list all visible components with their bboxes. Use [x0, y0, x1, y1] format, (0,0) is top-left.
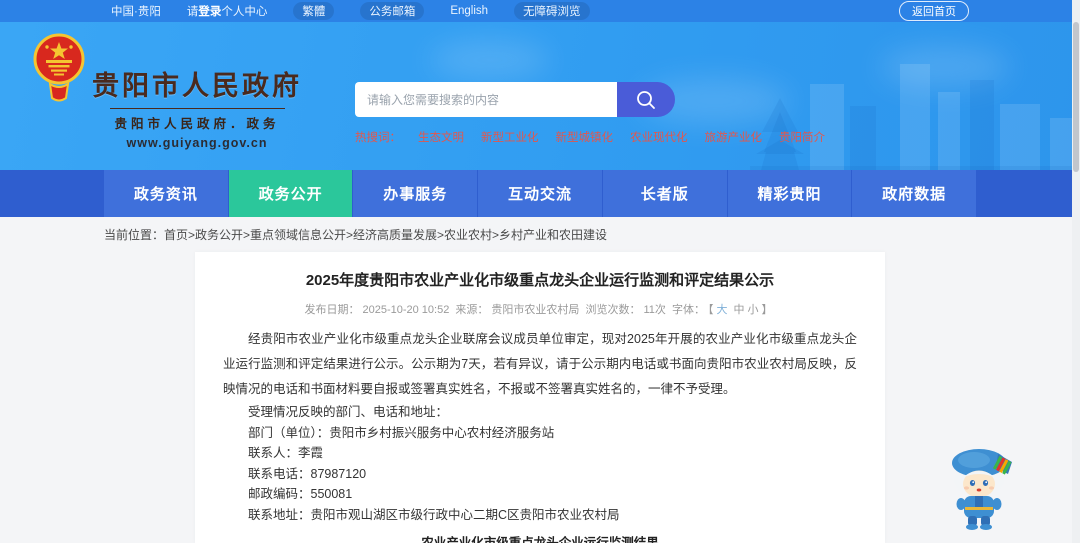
breadcrumb-bar: 当前位置：首页>政务公开>重点领域信息公开>经济高质量发展>农业农村>乡村产业和…: [0, 217, 1080, 252]
search-input[interactable]: [355, 82, 617, 117]
article-title: 2025年度贵阳市农业产业化市级重点龙头企业运行监测和评定结果公示: [305, 272, 775, 289]
hot-word[interactable]: 旅游产业化: [705, 129, 763, 145]
article-meta: 发布日期： 2025-10-20 10:52 来源： 贵阳市农业农村局 浏览次数： 1…: [223, 301, 857, 317]
contact-line: 受理情况反映的部门、电话和地址：: [248, 405, 449, 419]
hot-word[interactable]: 贵阳简介: [779, 129, 825, 145]
contact-line: 联系地址：贵阳市观山湖区市级行政中心二期C区贵阳市农业农村局: [248, 507, 620, 522]
login-suffix: 个人中心: [221, 6, 268, 18]
publish-date: 2025-10-20 10:52: [362, 304, 450, 316]
font-size-medium-button[interactable]: 中: [734, 304, 745, 316]
contact-line: 联系电话：87987120: [248, 466, 367, 481]
site-logo[interactable]: 贵阳市人民政府 贵阳市人民政府．政务 www.guiyang.gov.cn: [30, 30, 302, 150]
site-subtitle: 贵阳市人民政府．政务: [114, 117, 280, 131]
hot-word[interactable]: 新型工业化: [481, 129, 539, 145]
nav-item-zhengfu-shuju[interactable]: 政府数据: [852, 170, 977, 217]
publish-date-label: 发布日期：: [304, 304, 360, 316]
table-title: 农业产业化市级重点龙头企业运行监测结果: [421, 536, 659, 543]
article-paragraph: 经贵阳市农业产业化市级重点龙头企业联席会议成员单位审定，现对2025年开展的农业…: [223, 332, 857, 396]
main-nav: 政务资讯 政务公开 办事服务 互动交流 长者版 精彩贵阳 政府数据: [0, 170, 1080, 217]
site-url: www.guiyang.gov.cn: [126, 136, 268, 150]
toplink-english[interactable]: English: [450, 5, 488, 17]
source-label: 来源：: [455, 304, 489, 316]
scrollbar-thumb[interactable]: [1073, 22, 1079, 172]
breadcrumb[interactable]: 首页>政务公开>重点领域信息公开>经济高质量发展>农业农村>乡村产业和农田建设: [164, 228, 607, 242]
font-size-small-button[interactable]: 小: [748, 304, 759, 316]
contact-line: 邮政编码：550081: [248, 487, 353, 501]
national-emblem-icon: [33, 33, 85, 102]
font-size-large-button[interactable]: 大: [716, 304, 727, 316]
login-strong: 登录: [198, 6, 222, 18]
logo-divider: [109, 108, 285, 109]
contact-line: 联系人：李霞: [248, 446, 324, 460]
toplink-login[interactable]: 请登录个人中心: [187, 3, 268, 19]
article-card: 2025年度贵阳市农业产业化市级重点龙头企业运行监测和评定结果公示 发布日期： 2…: [195, 252, 885, 543]
site-name: 贵阳市人民政府: [92, 71, 302, 101]
views-value: 11次: [643, 304, 666, 316]
login-prefix: 请: [186, 6, 199, 18]
hot-words-label: 热搜词：: [355, 132, 401, 144]
search-button[interactable]: [617, 82, 675, 117]
nav-item-zhengwu-gongkai[interactable]: 政务公开: [228, 170, 353, 217]
toplink-china-guiyang[interactable]: 中国·贵阳: [111, 3, 161, 19]
topbar: 中国·贵阳 请登录个人中心 繁體 公务邮箱 English 无障碍浏览 返回首页: [0, 0, 1080, 22]
toplink-traditional[interactable]: 繁體: [293, 2, 335, 20]
hot-word[interactable]: 新型城镇化: [556, 129, 614, 145]
assistant-mascot[interactable]: [938, 440, 1022, 537]
contact-line: 部门（单位）：贵阳市乡村振兴服务中心农村经济服务站: [248, 425, 555, 440]
search-icon: [637, 90, 655, 109]
views-label: 浏览次数：: [585, 304, 641, 316]
nav-item-jingcai-guiyang[interactable]: 精彩贵阳: [727, 170, 852, 217]
nav-item-zhengwu-zixun[interactable]: 政务资讯: [104, 170, 228, 217]
scrollbar[interactable]: [1072, 0, 1080, 543]
nav-item-hudong-jiaoliu[interactable]: 互动交流: [478, 170, 602, 217]
nav-item-banshi-fuwu[interactable]: 办事服务: [353, 170, 478, 217]
bracket: 【: [707, 304, 714, 316]
source-value: 贵阳市农业农村局: [491, 304, 580, 316]
font-size-label: 字体：: [671, 304, 705, 316]
search-area: 热搜词： 生态文明 新型工业化 新型城镇化 农业现代化 旅游产业化 贵阳简介: [355, 82, 825, 145]
site-banner: 贵阳市人民政府 贵阳市人民政府．政务 www.guiyang.gov.cn 热搜…: [0, 22, 1080, 170]
nav-item-zhangzhe-ban[interactable]: 长者版: [602, 170, 727, 217]
hot-word[interactable]: 农业现代化: [630, 129, 688, 145]
mascot-icon: [952, 449, 1012, 530]
return-home-button[interactable]: 返回首页: [899, 1, 969, 21]
hot-word[interactable]: 生态文明: [418, 129, 464, 145]
bracket: 】: [761, 304, 773, 316]
toplink-mailbox[interactable]: 公务邮箱: [360, 2, 425, 20]
cloud-decoration: [430, 40, 550, 80]
toplink-accessibility[interactable]: 无障碍浏览: [514, 2, 590, 20]
breadcrumb-label: 当前位置：: [104, 228, 165, 242]
city-skyline-graphic: [750, 64, 1080, 170]
